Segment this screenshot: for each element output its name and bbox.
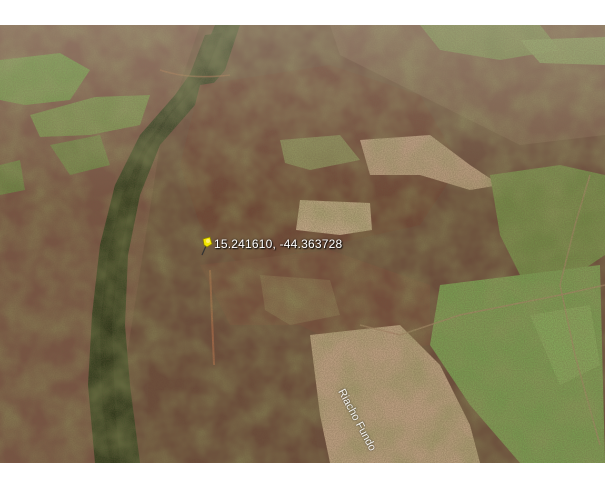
placemark-coordinate-label[interactable]: 15.241610, -44.363728 (214, 237, 342, 251)
yellow-pushpin-icon[interactable] (198, 236, 214, 256)
map-screenshot: Riacho Fundo 15.241610, -44.363728 (0, 0, 605, 487)
